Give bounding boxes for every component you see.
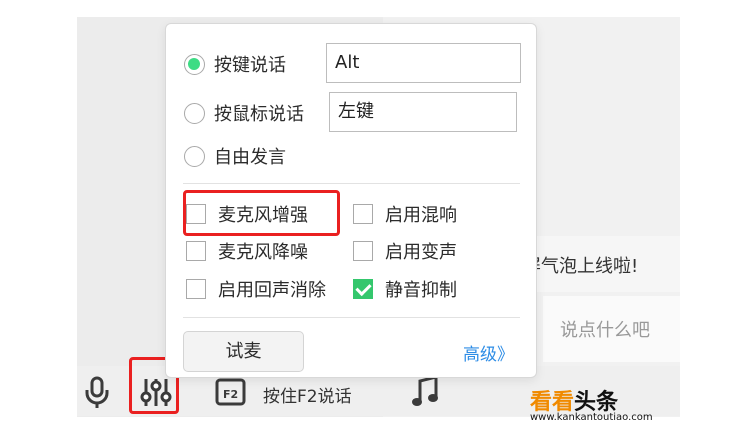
silence-suppress-label: 静音抑制: [385, 280, 457, 301]
free-speech-radio[interactable]: [184, 145, 205, 167]
push-key-mode[interactable]: 按键说话: [184, 51, 286, 77]
silence-suppress-checkbox[interactable]: [353, 279, 373, 299]
music-icon[interactable]: [410, 373, 440, 411]
free-speech-mode[interactable]: 自由发言: [184, 143, 286, 169]
option-reverb[interactable]: 启用混响: [353, 201, 457, 227]
watermark: 看看头条 www.kankantoutiao.com: [530, 384, 653, 423]
free-speech-label: 自由发言: [214, 147, 286, 168]
try-mic-button[interactable]: 试麦: [183, 331, 304, 372]
voice-settings-popup: 按键说话 Alt 按鼠标说话 左键 自由发言 麦克风增强 启用混响 麦克风降噪 …: [165, 23, 537, 378]
f2-key-icon[interactable]: F2: [215, 373, 247, 411]
f2-key-label: F2: [223, 388, 238, 401]
option-noise-reduction[interactable]: 麦克风降噪: [186, 238, 308, 264]
mic-icon[interactable]: [83, 373, 111, 411]
noise-reduction-label: 麦克风降噪: [218, 242, 308, 263]
mouse-key-mode[interactable]: 按鼠标说话: [184, 100, 304, 126]
watermark-url: www.kankantoutiao.com: [530, 412, 653, 423]
reverb-label: 启用混响: [385, 205, 457, 226]
divider: [183, 317, 520, 318]
advanced-link[interactable]: 高级》: [463, 340, 514, 365]
mouse-key-label: 按鼠标说话: [214, 104, 304, 125]
push-key-radio[interactable]: [184, 53, 205, 75]
noise-reduction-checkbox[interactable]: [186, 241, 206, 261]
reverb-checkbox[interactable]: [353, 204, 373, 224]
mouse-key-field[interactable]: 左键: [329, 92, 517, 132]
option-echo-cancel[interactable]: 启用回声消除: [186, 276, 326, 302]
mouse-key-radio[interactable]: [184, 102, 205, 124]
option-silence-suppress[interactable]: 静音抑制: [353, 276, 457, 302]
push-key-label: 按键说话: [214, 55, 286, 76]
push-key-field[interactable]: Alt: [326, 43, 521, 83]
voice-changer-label: 启用变声: [385, 242, 457, 263]
voice-changer-checkbox[interactable]: [353, 241, 373, 261]
echo-cancel-label: 启用回声消除: [218, 280, 326, 301]
highlight-mic-boost: [183, 190, 340, 236]
chat-placeholder: 说点什么吧: [560, 320, 650, 341]
push-to-talk-label[interactable]: 按住F2说话: [263, 382, 352, 407]
divider: [183, 183, 520, 184]
option-voice-changer[interactable]: 启用变声: [353, 238, 457, 264]
echo-cancel-checkbox[interactable]: [186, 279, 206, 299]
